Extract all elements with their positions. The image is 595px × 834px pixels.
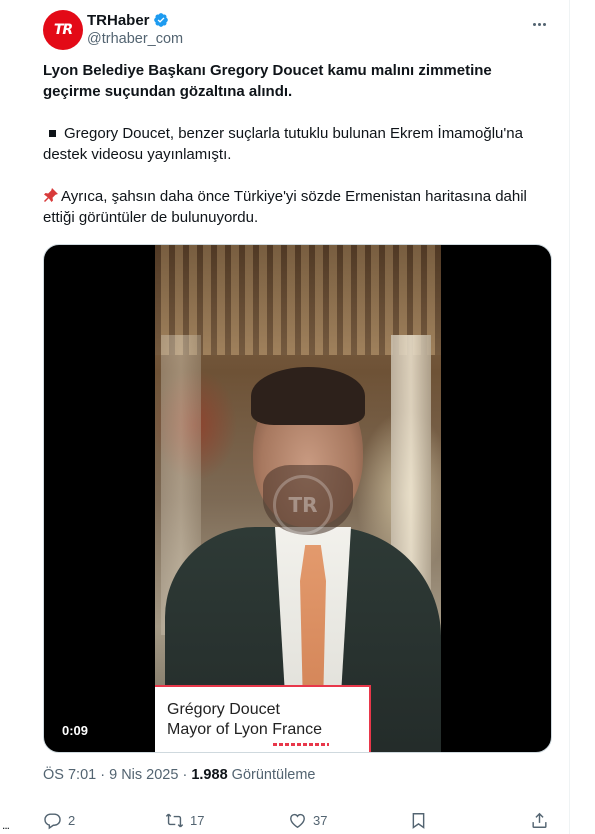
bookmark-button[interactable] xyxy=(409,811,428,830)
tweet-text: Lyon Belediye Başkanı Gregory Doucet kam… xyxy=(43,60,553,228)
repost-icon xyxy=(165,813,184,828)
reply-count: 2 xyxy=(68,813,76,828)
video-frame: TR Grégory Doucet Mayor of Lyon France xyxy=(155,245,441,752)
tweet-headline: Lyon Belediye Başkanı Gregory Doucet kam… xyxy=(43,62,492,100)
like-button[interactable]: 37 xyxy=(288,811,327,830)
video-watermark: TR xyxy=(273,475,333,535)
tweet-time[interactable]: ÖS 7:01 xyxy=(43,767,96,783)
tweet-paragraph-3: Ayrıca, şahsın daha önce Türkiye'yi sözd… xyxy=(43,186,553,228)
meta-separator-2: · xyxy=(182,767,188,783)
like-count: 37 xyxy=(313,813,328,828)
video-caption: Grégory Doucet Mayor of Lyon France xyxy=(155,685,371,752)
author-display-name[interactable]: TRHaber xyxy=(87,12,150,29)
paragraph-2-text: Gregory Doucet, benzer suçlarla tutuklu … xyxy=(43,125,523,163)
caption-title: Mayor of Lyon France xyxy=(167,721,323,738)
author-names: TRHaber @trhaber_com xyxy=(87,11,183,48)
meta-separator: · xyxy=(100,767,106,783)
tweet-date[interactable]: 9 Nis 2025 xyxy=(109,767,178,783)
author-handle[interactable]: @trhaber_com xyxy=(87,31,183,47)
bookmark-icon xyxy=(412,813,425,829)
tweet-paragraph-2: Gregory Doucet, benzer suçlarla tutuklu … xyxy=(43,123,553,165)
repost-count: 17 xyxy=(190,813,205,828)
paragraph-3-text: Ayrıca, şahsın daha önce Türkiye'yi sözd… xyxy=(43,188,527,226)
reply-icon xyxy=(44,813,61,830)
video-player[interactable]: TR Grégory Doucet Mayor of Lyon France 0… xyxy=(43,244,552,753)
tweet-actions: 2 17 37 xyxy=(43,811,553,833)
tweet-header: TR TRHaber @trhaber_com xyxy=(43,10,555,50)
avatar[interactable]: TR xyxy=(43,10,83,50)
tweet-meta: ÖS 7:01 · 9 Nis 2025 · 1.988 Görüntüleme xyxy=(43,767,316,783)
black-square-icon xyxy=(49,130,56,138)
avatar-logo: TR xyxy=(53,22,73,38)
views-count: 1.988 xyxy=(191,767,228,783)
share-icon xyxy=(532,812,547,828)
share-button[interactable] xyxy=(530,811,549,830)
video-duration: 0:09 xyxy=(56,721,95,740)
repost-button[interactable]: 17 xyxy=(165,811,204,830)
views-label: Görüntüleme xyxy=(231,767,316,783)
tweet-card: TR TRHaber @trhaber_com Lyon Belediye Ba… xyxy=(0,0,570,834)
caption-name: Grégory Doucet xyxy=(167,701,280,718)
more-dots-icon[interactable] xyxy=(529,14,549,34)
verified-badge-icon xyxy=(153,13,168,27)
reply-button[interactable]: 2 xyxy=(43,811,75,830)
pushpin-icon xyxy=(44,188,58,202)
heart-icon xyxy=(290,813,305,829)
sidebar-fragment: ... xyxy=(2,818,10,832)
